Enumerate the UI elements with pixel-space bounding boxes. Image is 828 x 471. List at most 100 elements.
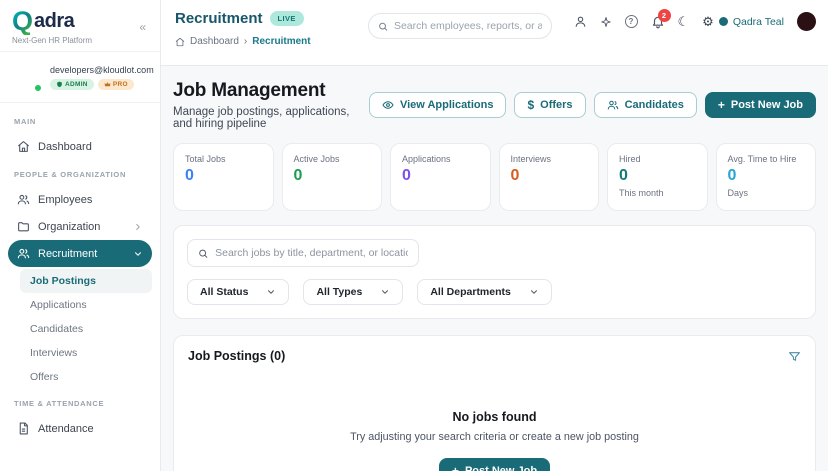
status-filter-dropdown[interactable]: All Status bbox=[187, 279, 289, 305]
section-label-main: MAIN bbox=[14, 117, 146, 126]
breadcrumb-current: Recruitment bbox=[252, 36, 310, 47]
empty-post-new-job-button[interactable]: + Post New Job bbox=[439, 458, 550, 471]
department-filter-dropdown[interactable]: All Departments bbox=[417, 279, 552, 305]
home-icon bbox=[175, 37, 185, 47]
live-badge: LIVE bbox=[270, 11, 304, 26]
sidebar-item-label: Employees bbox=[38, 194, 92, 206]
jobs-search[interactable] bbox=[187, 239, 419, 267]
sidebar-item-attendance[interactable]: Attendance bbox=[8, 415, 152, 442]
home-icon bbox=[17, 140, 30, 153]
filter-card: All Status All Types All Departments bbox=[173, 225, 816, 319]
type-filter-dropdown[interactable]: All Types bbox=[303, 279, 403, 305]
stat-card-interviews: Interviews 0 bbox=[499, 143, 600, 211]
ai-assistant-button[interactable] bbox=[600, 16, 612, 28]
sidebar-item-employees[interactable]: Employees bbox=[8, 186, 152, 213]
topbar: Recruitment LIVE Dashboard › Recruitment… bbox=[161, 0, 828, 66]
stat-card-avg-time-to-hire: Avg. Time to Hire 0 Days bbox=[716, 143, 817, 211]
stat-card-total-jobs: Total Jobs 0 bbox=[173, 143, 274, 211]
sidebar-item-label: Recruitment bbox=[38, 248, 97, 260]
view-applications-button[interactable]: View Applications bbox=[369, 92, 507, 118]
sidebar-item-label: Dashboard bbox=[38, 141, 92, 153]
empty-state: No jobs found Try adjusting your search … bbox=[174, 376, 815, 471]
dollar-icon: $ bbox=[527, 99, 534, 111]
sidebar-item-label: Attendance bbox=[38, 423, 94, 435]
users-icon bbox=[607, 99, 619, 111]
online-status-dot bbox=[34, 84, 42, 92]
stats-row: Total Jobs 0 Active Jobs 0 Applications … bbox=[173, 143, 816, 211]
sidebar-item-recruitment[interactable]: Recruitment bbox=[8, 240, 152, 267]
notifications-button[interactable]: 2 bbox=[651, 15, 665, 29]
sidebar-item-organization[interactable]: Organization bbox=[8, 213, 152, 240]
job-postings-panel: Job Postings (0) No jobs found Try adjus… bbox=[173, 335, 816, 471]
empty-state-title: No jobs found bbox=[174, 410, 815, 424]
candidates-button[interactable]: Candidates bbox=[594, 92, 697, 118]
sidebar-subitem-interviews[interactable]: Interviews bbox=[20, 341, 152, 365]
breadcrumb-dashboard[interactable]: Dashboard bbox=[190, 36, 239, 47]
page-subtitle: Manage job postings, applications, and h… bbox=[173, 106, 369, 130]
brand-name: adra bbox=[34, 10, 74, 33]
moon-icon: ☾ bbox=[678, 15, 690, 28]
page-title: Job Management bbox=[173, 80, 369, 102]
eye-icon bbox=[382, 99, 394, 111]
help-button[interactable]: ? bbox=[625, 15, 638, 28]
gear-icon: ⚙ bbox=[702, 15, 714, 28]
crown-icon bbox=[104, 81, 111, 88]
section-label-time: TIME & ATTENDANCE bbox=[14, 399, 146, 408]
users-icon bbox=[17, 193, 30, 206]
theme-toggle-button[interactable]: ☾ bbox=[678, 15, 690, 28]
filter-funnel-icon[interactable] bbox=[788, 350, 801, 363]
sidebar-item-dashboard[interactable]: Dashboard bbox=[8, 133, 152, 160]
global-search-input[interactable] bbox=[394, 20, 542, 32]
shield-icon bbox=[56, 81, 63, 88]
main-content: Job Management Manage job postings, appl… bbox=[161, 66, 828, 471]
sidebar-item-label: Organization bbox=[38, 221, 100, 233]
users-icon bbox=[17, 247, 30, 260]
stat-card-active-jobs: Active Jobs 0 bbox=[282, 143, 383, 211]
notification-count-badge: 2 bbox=[658, 9, 671, 22]
stat-card-hired: Hired 0 This month bbox=[607, 143, 708, 211]
plus-icon: + bbox=[718, 99, 725, 111]
sidebar-nav: MAIN Dashboard PEOPLE & ORGANIZATION Emp… bbox=[0, 103, 160, 471]
user-email: developers@kloudlot.com bbox=[50, 65, 154, 75]
sidebar-subitem-applications[interactable]: Applications bbox=[20, 293, 152, 317]
sparkle-icon bbox=[600, 16, 612, 28]
global-search[interactable] bbox=[368, 13, 552, 39]
qadra-logo-icon: Q bbox=[12, 8, 33, 35]
brand-tagline: Next-Gen HR Platform bbox=[12, 36, 92, 45]
pro-badge: PRO bbox=[98, 79, 134, 90]
profile-shortcut-button[interactable] bbox=[574, 15, 587, 28]
chevron-right-icon bbox=[133, 222, 143, 232]
document-icon bbox=[17, 422, 30, 435]
breadcrumb-separator: › bbox=[244, 36, 247, 47]
question-icon: ? bbox=[625, 15, 638, 28]
theme-selector[interactable]: ⚙ Qadra Teal bbox=[702, 15, 784, 28]
plus-icon: + bbox=[452, 465, 459, 471]
search-icon bbox=[378, 21, 388, 32]
post-new-job-button[interactable]: + Post New Job bbox=[705, 92, 816, 118]
sidebar-collapse-button[interactable]: « bbox=[137, 18, 148, 36]
chevron-down-icon bbox=[266, 287, 276, 297]
admin-badge: ADMIN bbox=[50, 79, 94, 90]
brand-logo: Q adra bbox=[12, 8, 92, 35]
chevron-down-icon bbox=[133, 249, 143, 259]
user-profile-card[interactable]: developers@kloudlot.com ADMIN PRO bbox=[0, 52, 160, 103]
sidebar-subitem-offers[interactable]: Offers bbox=[20, 365, 152, 389]
theme-color-dot bbox=[719, 17, 728, 26]
jobs-search-input[interactable] bbox=[215, 247, 408, 259]
sidebar-subitem-candidates[interactable]: Candidates bbox=[20, 317, 152, 341]
brand-header: Q adra Next-Gen HR Platform « bbox=[0, 0, 160, 52]
sidebar-subitem-job-postings[interactable]: Job Postings bbox=[20, 269, 152, 293]
search-icon bbox=[198, 248, 208, 259]
offers-button[interactable]: $ Offers bbox=[514, 92, 585, 118]
folder-icon bbox=[17, 220, 30, 233]
recruitment-subnav: Job Postings Applications Candidates Int… bbox=[20, 269, 152, 389]
person-icon bbox=[574, 15, 587, 28]
module-title: Recruitment bbox=[175, 10, 263, 27]
user-avatar-button[interactable] bbox=[797, 12, 816, 31]
chevron-down-icon bbox=[380, 287, 390, 297]
empty-state-message: Try adjusting your search criteria or cr… bbox=[174, 431, 815, 443]
theme-name: Qadra Teal bbox=[733, 16, 784, 28]
stat-card-applications: Applications 0 bbox=[390, 143, 491, 211]
sidebar: Q adra Next-Gen HR Platform « developers… bbox=[0, 0, 161, 471]
section-label-people: PEOPLE & ORGANIZATION bbox=[14, 170, 146, 179]
